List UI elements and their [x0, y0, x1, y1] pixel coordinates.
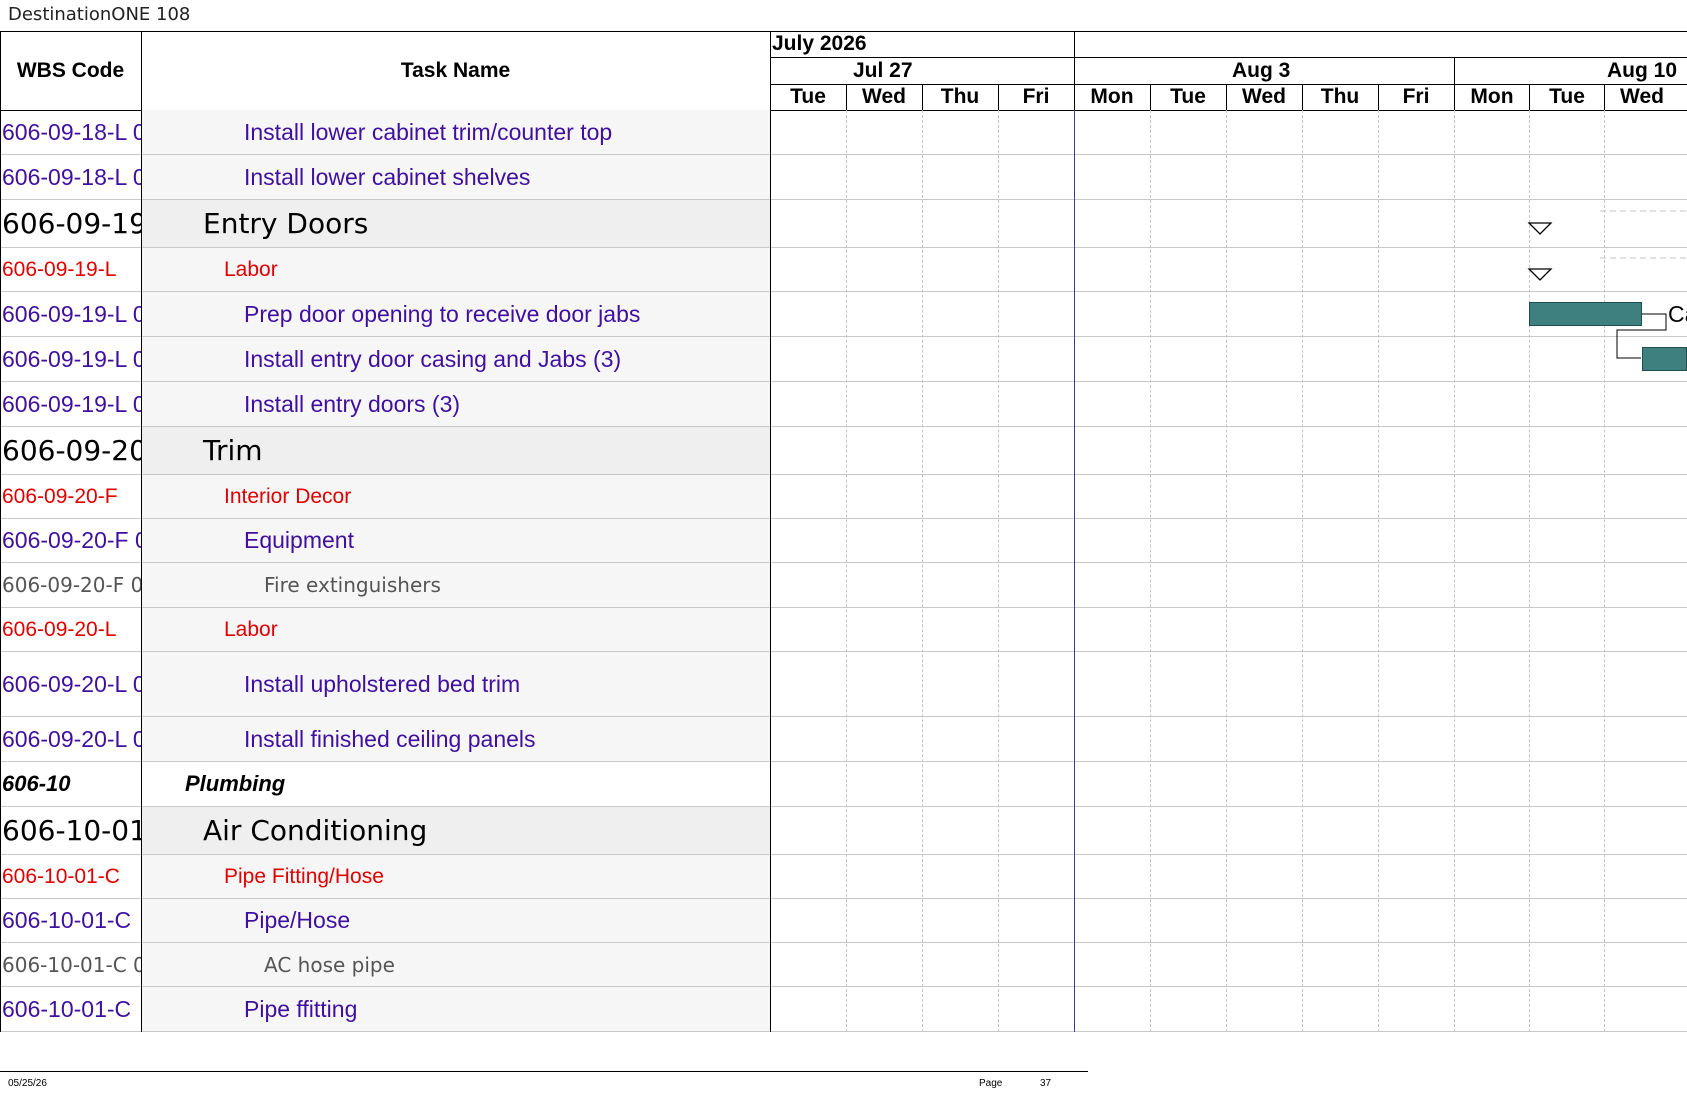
task-bar-casing-jabs[interactable] [1642, 347, 1687, 371]
gantt-overlay [1527, 210, 1687, 359]
summary-marker-labor [1527, 268, 1553, 281]
footer-page-label: Page [979, 1078, 1003, 1089]
footer-rule [0, 1071, 1088, 1072]
footer-page-number: 37 [1040, 1078, 1052, 1089]
task-bar-label: Ca [1668, 301, 1687, 327]
footer-date: 05/25/26 [8, 1078, 47, 1089]
task-bar-prep-door[interactable] [1529, 302, 1642, 326]
summary-marker-entry-doors [1527, 222, 1553, 235]
